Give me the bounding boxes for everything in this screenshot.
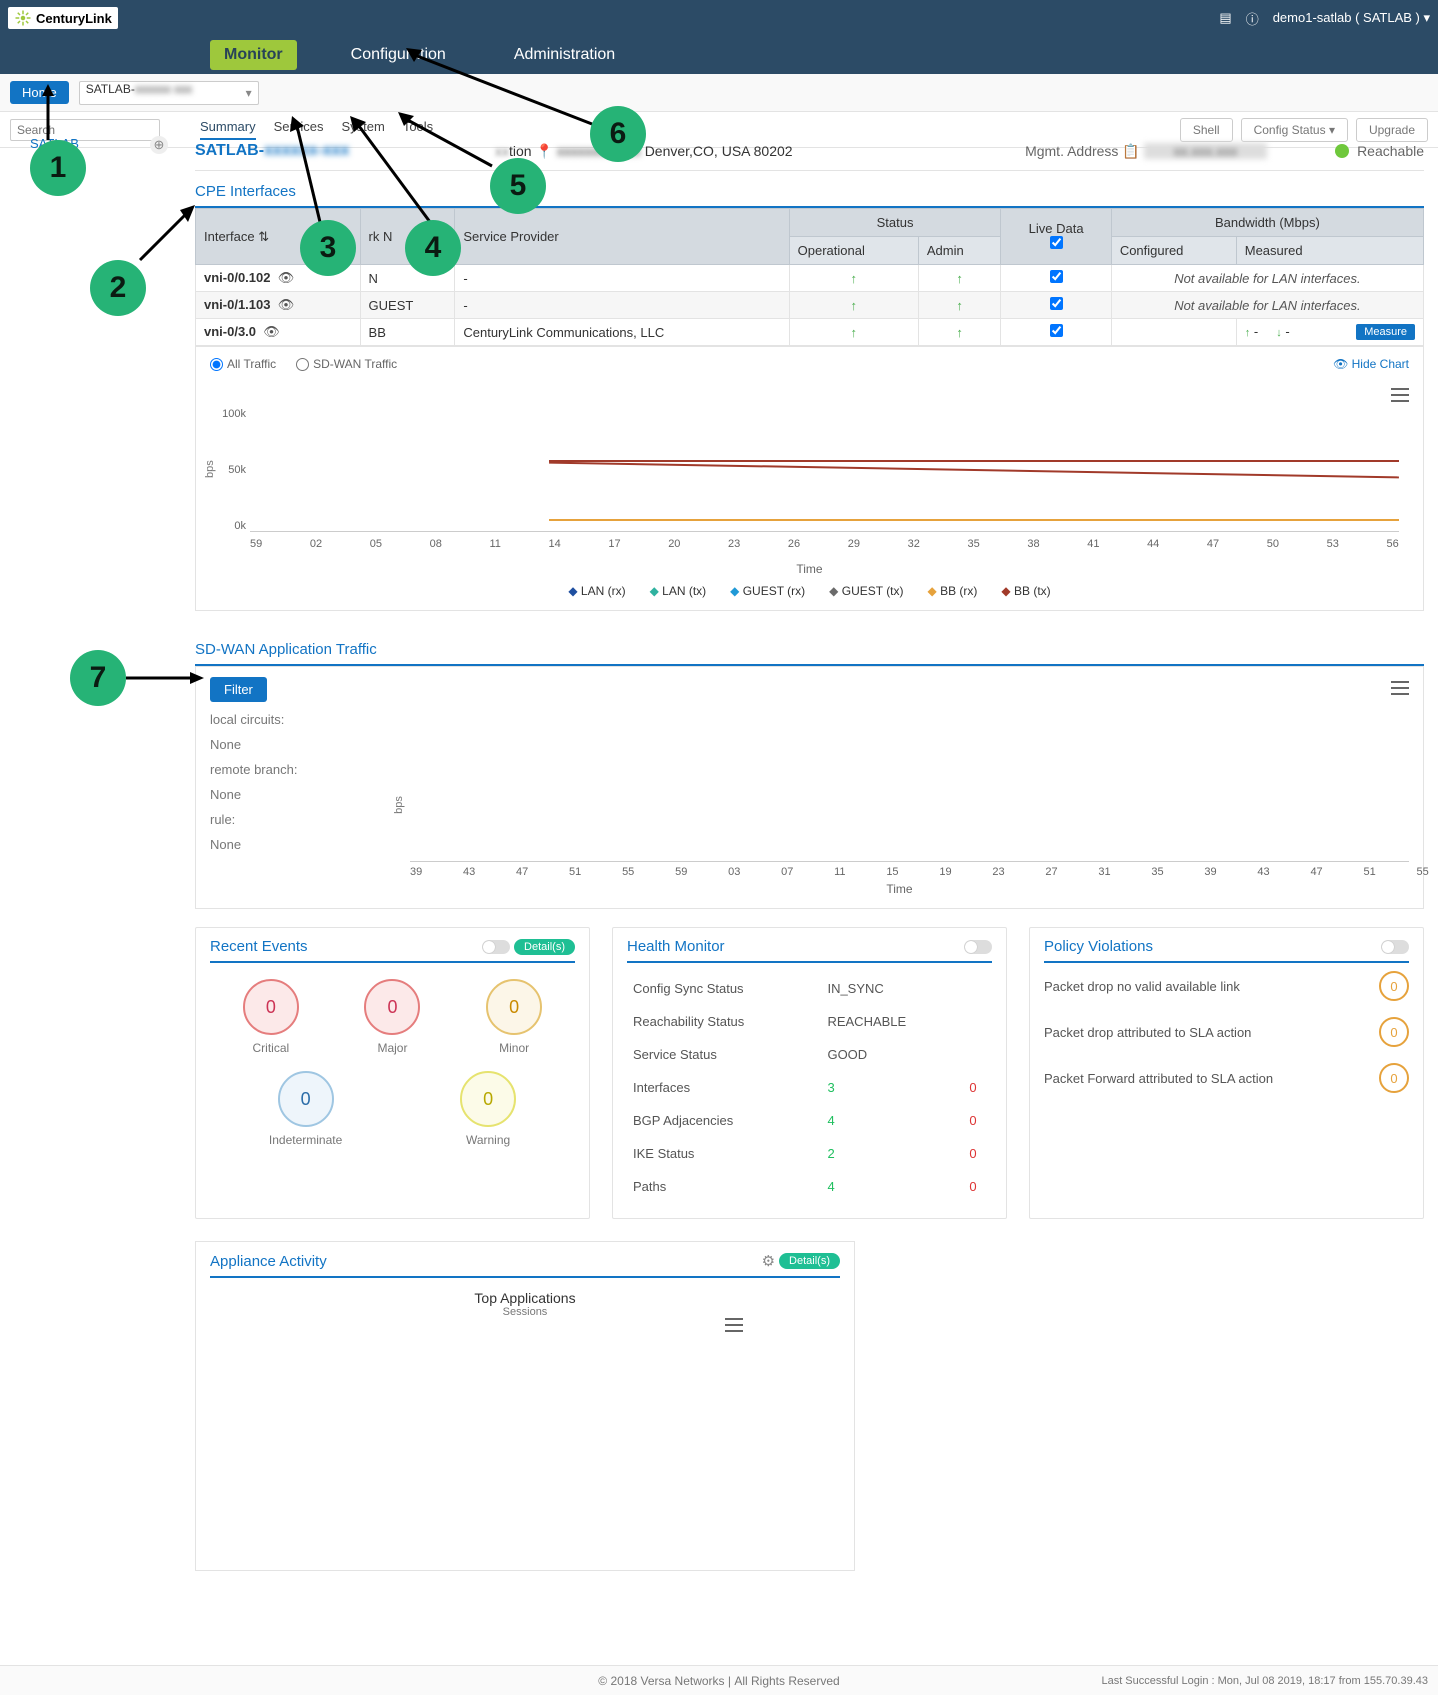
annotation-6: 6 xyxy=(590,106,646,162)
sub-bar: Home SATLAB-xxxxxx xxx xyxy=(0,74,1438,112)
top-applications-title: Top Applications xyxy=(210,1290,840,1306)
mgmt-address: Mgmt. Address 📋 xx.xxx.xxx xyxy=(1025,143,1335,160)
sdwan-panel: Filter local circuits: None remote branc… xyxy=(195,666,1424,909)
main-content: SATLAB-xxxxxx-xxx xxtion 📍 xxxxxxxxxxxx … xyxy=(195,132,1424,1571)
brand-logo: CenturyLink xyxy=(8,7,118,29)
table-row[interactable]: vni-0/0.102 👁 N - ↑ ↑ Not available for … xyxy=(196,265,1424,292)
cpe-table: Interface ⇅ rk N Service Provider Status… xyxy=(195,208,1424,346)
eye-icon[interactable]: 👁 xyxy=(263,324,280,339)
events-warning[interactable]: 0 xyxy=(460,1071,516,1127)
remote-branch-label: remote branch: xyxy=(210,762,390,777)
device-location: xxtion 📍 xxxxxxxxxxxx Denver,CO, USA 802… xyxy=(495,143,1025,160)
toggle[interactable] xyxy=(964,940,992,954)
events-major[interactable]: 0 xyxy=(364,979,420,1035)
chart-legend: LAN (rx) LAN (tx) GUEST (rx) GUEST (tx) … xyxy=(210,584,1409,598)
eye-icon[interactable]: 👁 xyxy=(278,297,295,312)
rule-label: rule: xyxy=(210,812,390,827)
details-button[interactable]: Detail(s) xyxy=(514,939,575,955)
toggle[interactable] xyxy=(482,940,510,954)
chart-menu-icon[interactable] xyxy=(1391,681,1409,695)
annotation-1: 1 xyxy=(30,140,86,196)
gear-icon[interactable]: ⚙ xyxy=(762,1252,775,1270)
last-login: Last Successful Login : Mon, Jul 08 2019… xyxy=(1101,1675,1428,1687)
annotation-4: 4 xyxy=(405,220,461,276)
annotation-3: 3 xyxy=(300,220,356,276)
policy-violations-card: Policy Violations Packet drop no valid a… xyxy=(1029,927,1424,1219)
user-menu[interactable]: demo1-satlab ( SATLAB ) xyxy=(1273,10,1430,26)
col-admin[interactable]: Admin xyxy=(918,237,1001,265)
hide-chart-link[interactable]: 👁 Hide Chart xyxy=(1333,357,1409,371)
annotation-7: 7 xyxy=(70,650,126,706)
col-sp[interactable]: Service Provider xyxy=(455,209,789,265)
col-measured[interactable]: Measured xyxy=(1236,237,1423,265)
recent-events-card: Recent EventsDetail(s) 0Critical 0Major … xyxy=(195,927,590,1219)
events-indeterminate[interactable]: 0 xyxy=(278,1071,334,1127)
measure-button[interactable]: Measure xyxy=(1356,324,1415,340)
bottom-grid: Recent EventsDetail(s) 0Critical 0Major … xyxy=(195,927,1424,1219)
footer: © 2018 Versa Networks | All Rights Reser… xyxy=(0,1665,1438,1695)
radio-sdwan-traffic[interactable]: SD-WAN Traffic xyxy=(296,357,397,371)
toggle[interactable] xyxy=(1381,940,1409,954)
radio-all-traffic[interactable]: All Traffic xyxy=(210,357,276,371)
eye-icon: 👁 xyxy=(1333,357,1348,371)
col-operational[interactable]: Operational xyxy=(789,237,918,265)
events-critical[interactable]: 0 xyxy=(243,979,299,1035)
nav-monitor[interactable]: Monitor xyxy=(210,40,297,70)
table-row[interactable]: vni-0/3.0 👁 BB CenturyLink Communication… xyxy=(196,319,1424,346)
main-nav: Monitor Configuration Administration xyxy=(0,36,1438,74)
col-bandwidth: Bandwidth (Mbps) xyxy=(1111,209,1423,237)
info-icon[interactable]: ⓘ xyxy=(1246,9,1259,28)
top-bar: CenturyLink ▤ ⓘ demo1-satlab ( SATLAB ) xyxy=(0,0,1438,36)
events-minor[interactable]: 0 xyxy=(486,979,542,1035)
col-status: Status xyxy=(789,209,1001,237)
sdwan-traffic-title: SD-WAN Application Traffic xyxy=(195,629,1424,666)
local-circuits-label: local circuits: xyxy=(210,712,390,727)
health-monitor-card: Health Monitor Config Sync StatusIN_SYNC… xyxy=(612,927,1007,1219)
col-livedata[interactable]: Live Data xyxy=(1001,209,1111,265)
col-configured[interactable]: Configured xyxy=(1111,237,1236,265)
filter-button[interactable]: Filter xyxy=(210,677,267,702)
details-button[interactable]: Detail(s) xyxy=(779,1253,840,1269)
status-dot-icon xyxy=(1335,144,1349,158)
appliance-activity-card: Appliance Activity⚙Detail(s) Top Applica… xyxy=(195,1241,855,1571)
location-pin-icon: 📍 xyxy=(535,143,552,159)
topbar-right: ▤ ⓘ demo1-satlab ( SATLAB ) xyxy=(1219,9,1430,28)
annotation-5: 5 xyxy=(490,158,546,214)
chart-menu-icon[interactable] xyxy=(1391,388,1409,402)
annotation-2: 2 xyxy=(90,260,146,316)
device-select[interactable]: SATLAB-xxxxxx xxx xyxy=(79,81,259,105)
traffic-chart: bps 100k50k0k 59020508111417202326293235… xyxy=(210,402,1409,562)
reachability: Reachable xyxy=(1335,143,1424,159)
table-row[interactable]: vni-0/1.103 👁 GUEST - ↑ ↑ Not available … xyxy=(196,292,1424,319)
brand-text: CenturyLink xyxy=(36,11,112,26)
sort-icon[interactable]: ⇅ xyxy=(258,229,269,244)
traffic-chart-panel: All Traffic SD-WAN Traffic 👁 Hide Chart … xyxy=(195,346,1424,611)
copy-icon[interactable]: 📋 xyxy=(1122,143,1139,159)
add-icon[interactable]: ⊕ xyxy=(150,136,168,154)
doc-icon[interactable]: ▤ xyxy=(1219,10,1231,26)
eye-icon[interactable]: 👁 xyxy=(278,270,295,285)
chart-menu-icon[interactable] xyxy=(725,1318,743,1332)
